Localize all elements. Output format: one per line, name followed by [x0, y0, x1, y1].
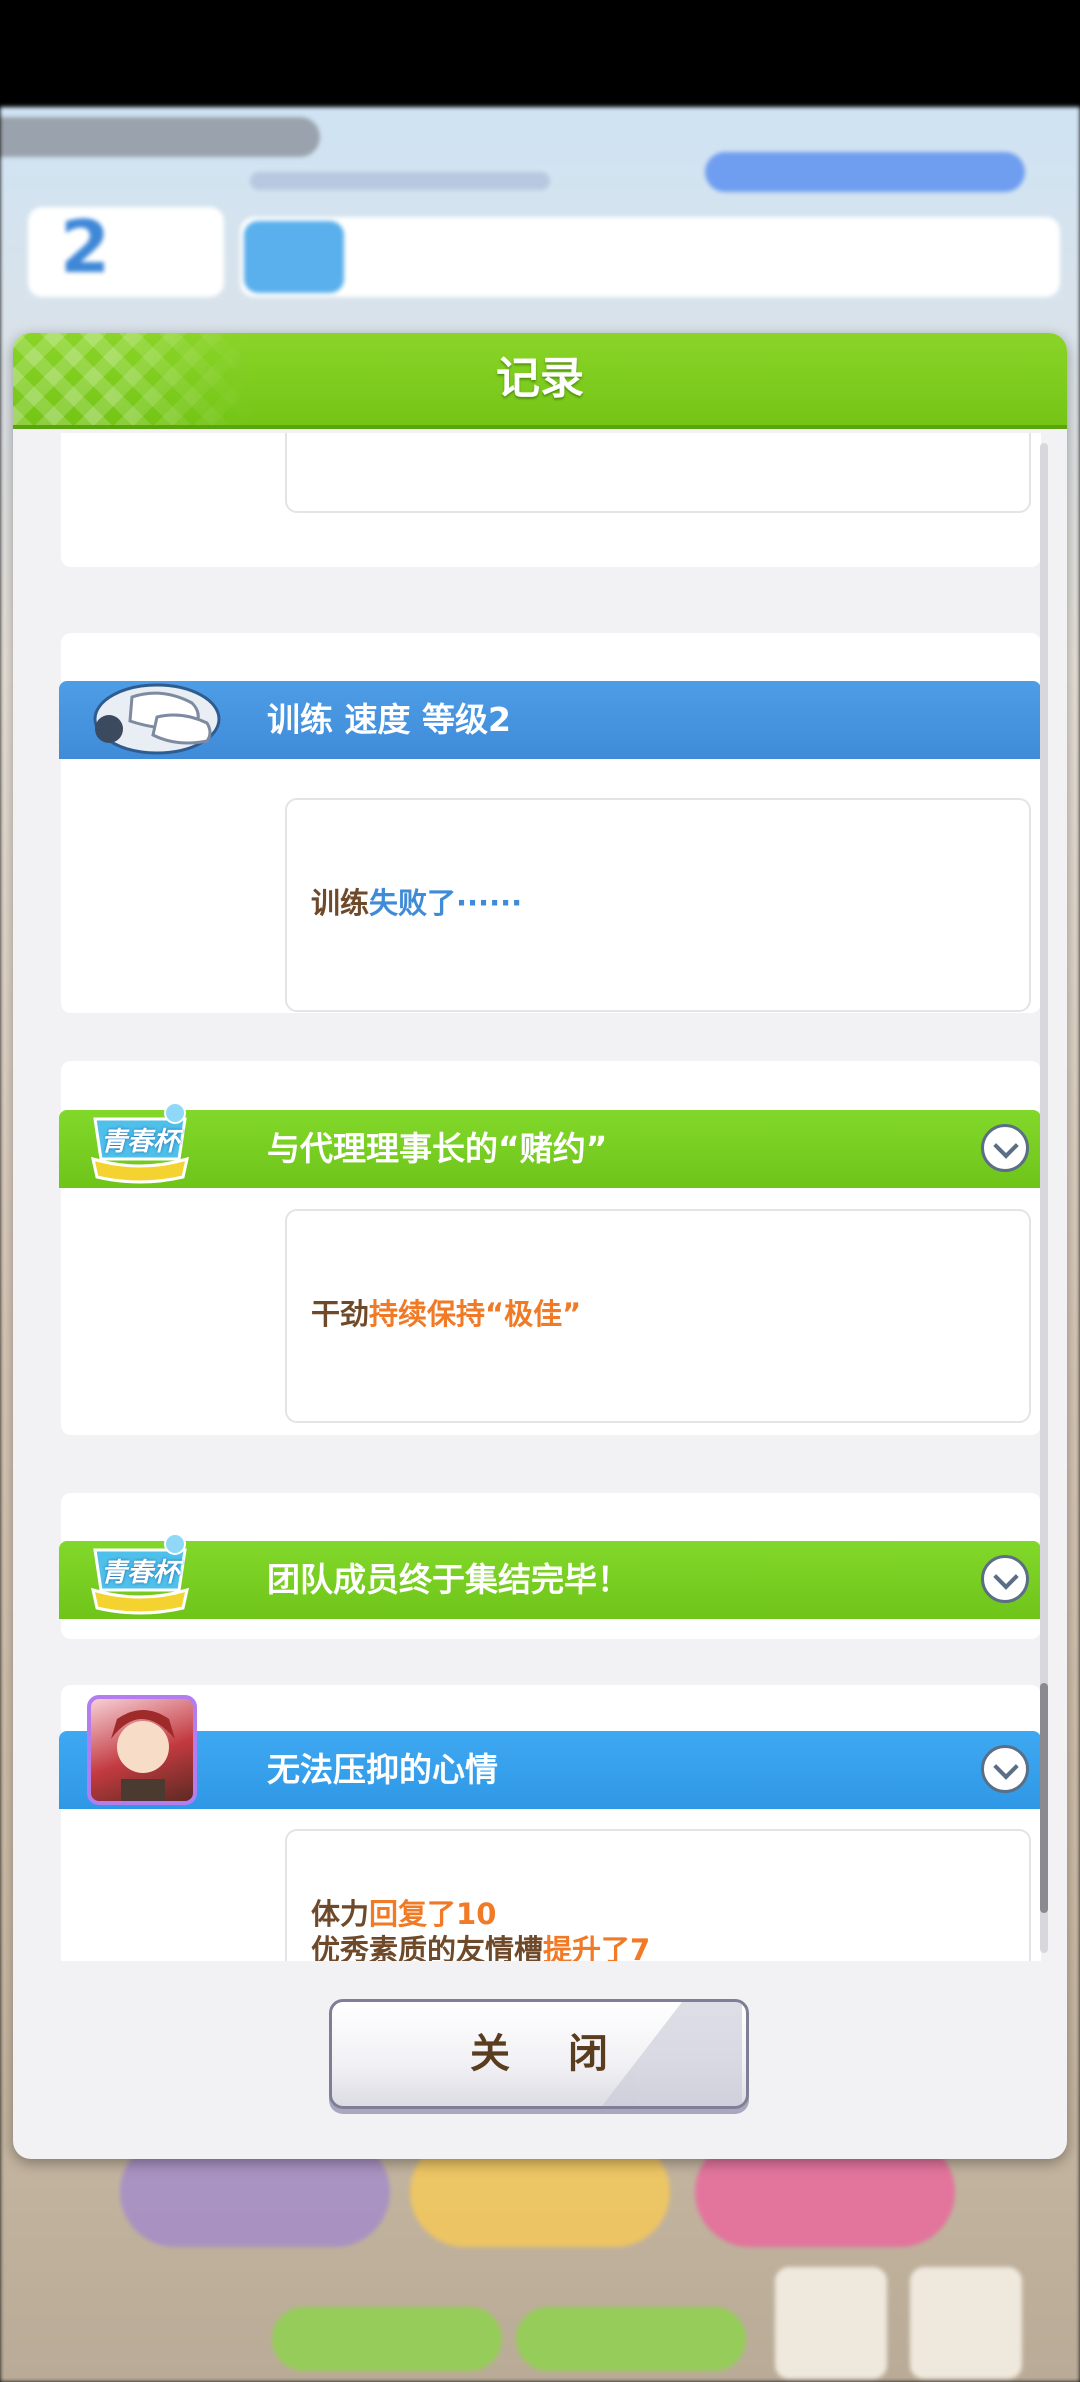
- background-text: [250, 172, 550, 190]
- background-green-button-1: [272, 2307, 502, 2371]
- entry-title: 团队成员终于集结完毕！: [267, 1560, 630, 1599]
- entry-title: 与代理理事长的“赌约”: [267, 1129, 608, 1168]
- message-label: 训练: [311, 886, 370, 920]
- aoharu-cup-logo-text: 青春杯: [100, 1558, 179, 1588]
- background-goal-panel: [240, 217, 1060, 297]
- aoharu-cup-event-icon: 青春杯: [85, 1099, 195, 1185]
- aoharu-cup-event-icon: 青春杯: [85, 1530, 195, 1616]
- message-label: 优秀素质的友情槽: [311, 1933, 544, 1961]
- background-record-icon: [775, 2267, 887, 2379]
- record-dialog: 记录 训练 速度 等级2 训练失败了······ 与代理理事长的“赌约” 青春杯…: [13, 333, 1067, 2159]
- aoharu-cup-logo-text: 青春杯: [100, 1127, 179, 1157]
- entry-title: 无法压抑的心情: [267, 1750, 498, 1789]
- message-label: 干劲: [311, 1297, 370, 1331]
- close-button[interactable]: 关 闭: [329, 1999, 749, 2109]
- message-result: 持续保持“极佳”: [369, 1297, 582, 1331]
- message-line: 优秀素质的友情槽提升了7: [311, 1932, 650, 1961]
- close-button-label: 关 闭: [470, 2031, 630, 2077]
- scrollbar[interactable]: [1040, 443, 1048, 1953]
- background-turn-panel: [28, 207, 224, 297]
- chevron-down-icon[interactable]: [981, 1745, 1029, 1793]
- message-result: 提升了7: [543, 1933, 651, 1961]
- character-portrait-icon: [87, 1695, 197, 1805]
- entry-header[interactable]: 团队成员终于集结完毕！: [59, 1541, 1041, 1619]
- dialog-header: 记录: [13, 333, 1067, 429]
- entry-message: 干劲持续保持“极佳”: [311, 1296, 581, 1332]
- entry-title: 训练 速度 等级2: [267, 700, 511, 739]
- message-result: 失败了······: [369, 886, 523, 920]
- dialog-title: 记录: [496, 353, 584, 404]
- message-label: 体力: [311, 1897, 370, 1931]
- entry-message: 训练失败了······: [311, 885, 522, 921]
- background-goal-tag: [244, 221, 344, 293]
- training-shoes-icon: [93, 683, 221, 755]
- message-result: 回复了10: [369, 1897, 497, 1931]
- status-bar-area: [0, 0, 1080, 107]
- message-box-partial: [285, 433, 1031, 513]
- chevron-down-icon[interactable]: [981, 1124, 1029, 1172]
- record-list[interactable]: 训练 速度 等级2 训练失败了······ 与代理理事长的“赌约” 青春杯 干劲…: [35, 433, 1045, 1961]
- background-menu-icon: [910, 2267, 1022, 2379]
- entry-message: 体力回复了10 优秀素质的友情槽提升了7: [311, 1896, 650, 1961]
- scrollbar-thumb[interactable]: [1040, 1683, 1048, 1913]
- message-line: 体力回复了10: [311, 1896, 650, 1932]
- background-trainer-badge: [705, 152, 1025, 192]
- chevron-down-icon[interactable]: [981, 1555, 1029, 1603]
- entry-header[interactable]: 与代理理事长的“赌约”: [59, 1110, 1041, 1188]
- background-top-label: [0, 117, 320, 157]
- entry-header[interactable]: 无法压抑的心情: [59, 1731, 1041, 1809]
- background-green-button-2: [516, 2307, 746, 2371]
- background-turn-number: 2: [60, 205, 111, 289]
